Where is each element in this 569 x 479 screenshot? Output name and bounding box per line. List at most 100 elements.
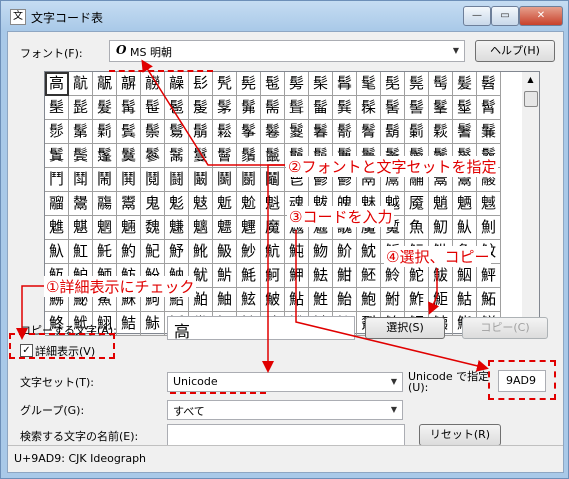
- char-cell[interactable]: 髶: [285, 96, 309, 120]
- char-cell[interactable]: 鮒: [381, 288, 405, 312]
- char-cell[interactable]: 髷: [309, 96, 333, 120]
- char-cell[interactable]: 鬐: [453, 120, 477, 144]
- char-cell[interactable]: 魔: [261, 216, 285, 240]
- char-cell[interactable]: 髟: [189, 72, 213, 96]
- char-cell[interactable]: 鬻: [117, 192, 141, 216]
- char-cell[interactable]: 魁: [261, 192, 285, 216]
- char-cell[interactable]: 鬋: [333, 120, 357, 144]
- char-cell[interactable]: 魑: [189, 216, 213, 240]
- char-cell[interactable]: 鬕: [117, 144, 141, 168]
- char-cell[interactable]: 鬸: [45, 192, 69, 216]
- char-cell[interactable]: 鬹: [69, 192, 93, 216]
- char-cell[interactable]: 魿: [381, 264, 405, 288]
- char-cell[interactable]: 髼: [429, 96, 453, 120]
- char-cell[interactable]: 髛: [93, 72, 117, 96]
- char-cell[interactable]: 鮋: [213, 288, 237, 312]
- char-cell[interactable]: 鬛: [261, 144, 285, 168]
- char-cell[interactable]: 魤: [189, 240, 213, 264]
- char-cell[interactable]: 鬺: [93, 192, 117, 216]
- char-cell[interactable]: 鮀: [405, 264, 429, 288]
- char-cell[interactable]: 髯: [117, 96, 141, 120]
- char-cell[interactable]: 髩: [429, 72, 453, 96]
- char-cell[interactable]: 髞: [165, 72, 189, 96]
- char-cell[interactable]: 魣: [165, 240, 189, 264]
- char-cell[interactable]: 髵: [261, 96, 285, 120]
- char-cell[interactable]: 鮓: [405, 288, 429, 312]
- char-cell[interactable]: 鬼: [141, 192, 165, 216]
- char-cell[interactable]: 鬫: [189, 168, 213, 192]
- char-cell[interactable]: 魼: [309, 264, 333, 288]
- font-select[interactable]: O MS 明朝 ▼: [109, 40, 465, 62]
- scroll-up-icon[interactable]: ▲: [522, 72, 539, 88]
- char-cell[interactable]: 鬥: [45, 168, 69, 192]
- char-cell[interactable]: 髨: [405, 72, 429, 96]
- char-cell[interactable]: 髬: [45, 96, 69, 120]
- char-cell[interactable]: 魀: [237, 192, 261, 216]
- char-cell[interactable]: 鬇: [237, 120, 261, 144]
- char-cell[interactable]: 魨: [285, 240, 309, 264]
- char-cell[interactable]: 魉: [453, 192, 477, 216]
- char-cell[interactable]: 魜: [453, 216, 477, 240]
- char-cell[interactable]: 魍: [93, 216, 117, 240]
- char-cell[interactable]: 鬉: [285, 120, 309, 144]
- char-cell[interactable]: 鬄: [165, 120, 189, 144]
- char-cell[interactable]: 魠: [93, 240, 117, 264]
- char-cell[interactable]: 鬓: [69, 144, 93, 168]
- char-cell[interactable]: 髧: [381, 72, 405, 96]
- copy-chars-input[interactable]: 高: [167, 316, 355, 341]
- char-cell[interactable]: 鬍: [381, 120, 405, 144]
- char-cell[interactable]: 魌: [69, 216, 93, 240]
- char-cell[interactable]: 鮖: [477, 288, 501, 312]
- char-cell[interactable]: 鮍: [261, 288, 285, 312]
- char-cell[interactable]: 鮕: [453, 288, 477, 312]
- char-cell[interactable]: 鬑: [477, 120, 501, 144]
- char-cell[interactable]: 魋: [45, 216, 69, 240]
- char-cell[interactable]: 髿: [45, 120, 69, 144]
- char-cell[interactable]: 魊: [477, 192, 501, 216]
- char-cell[interactable]: 髠: [213, 72, 237, 96]
- char-cell[interactable]: 魇: [405, 192, 429, 216]
- char-cell[interactable]: 鬭: [237, 168, 261, 192]
- char-cell[interactable]: 鬔: [93, 144, 117, 168]
- char-cell[interactable]: 魢: [141, 240, 165, 264]
- copy-button[interactable]: コピー(C): [462, 317, 548, 339]
- char-cell[interactable]: 鬚: [237, 144, 261, 168]
- char-cell[interactable]: 髭: [69, 96, 93, 120]
- char-cell[interactable]: 髜: [117, 72, 141, 96]
- char-cell[interactable]: 髱: [165, 96, 189, 120]
- char-cell[interactable]: 魟: [69, 240, 93, 264]
- char-cell[interactable]: 鬃: [141, 120, 165, 144]
- char-cell[interactable]: 髹: [357, 96, 381, 120]
- char-cell[interactable]: 髮: [93, 96, 117, 120]
- char-cell[interactable]: 鬽: [165, 192, 189, 216]
- search-input[interactable]: [167, 424, 405, 446]
- char-cell[interactable]: 魛: [429, 216, 453, 240]
- char-cell[interactable]: 髥: [333, 72, 357, 96]
- char-cell[interactable]: 鬨: [117, 168, 141, 192]
- char-cell[interactable]: 鮔: [429, 288, 453, 312]
- char-cell[interactable]: 魥: [213, 240, 237, 264]
- char-cell[interactable]: 鬧: [93, 168, 117, 192]
- maximize-button[interactable]: ▭: [491, 6, 519, 26]
- scroll-thumb[interactable]: [524, 91, 538, 107]
- group-select[interactable]: すべて ▼: [167, 400, 403, 420]
- char-cell[interactable]: 魏: [141, 216, 165, 240]
- char-cell[interactable]: 魐: [165, 216, 189, 240]
- char-cell[interactable]: 鬾: [189, 192, 213, 216]
- char-cell[interactable]: 鬩: [141, 168, 165, 192]
- char-cell[interactable]: 魹: [237, 264, 261, 288]
- char-cell[interactable]: 髚: [69, 72, 93, 96]
- char-cell[interactable]: 鬎: [405, 120, 429, 144]
- char-cell[interactable]: 鬘: [189, 144, 213, 168]
- char-cell[interactable]: 髫: [477, 72, 501, 96]
- char-cell[interactable]: 鮃: [477, 264, 501, 288]
- char-cell[interactable]: 髽: [453, 96, 477, 120]
- char-cell[interactable]: 魒: [213, 216, 237, 240]
- char-cell[interactable]: 鬁: [93, 120, 117, 144]
- char-cell[interactable]: 鮛: [141, 312, 165, 336]
- char-cell[interactable]: 魞: [45, 240, 69, 264]
- char-cell[interactable]: 魻: [285, 264, 309, 288]
- char-cell[interactable]: 髻: [405, 96, 429, 120]
- char-cell[interactable]: 鬊: [309, 120, 333, 144]
- char-cell[interactable]: 鮁: [429, 264, 453, 288]
